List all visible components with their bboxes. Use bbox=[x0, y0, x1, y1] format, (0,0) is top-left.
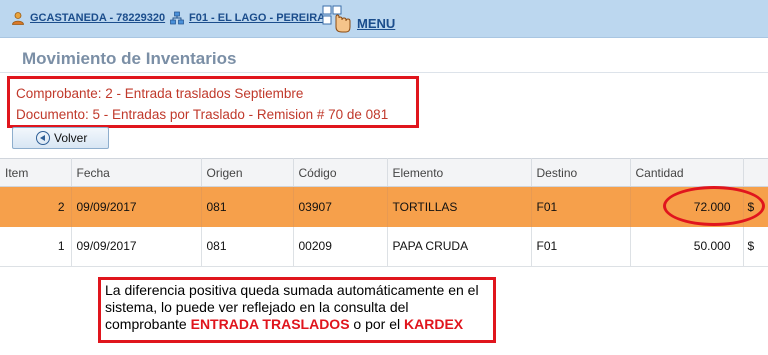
title-divider bbox=[0, 72, 768, 73]
annotation-note: La diferencia positiva queda sumada auto… bbox=[98, 277, 496, 343]
table-header-row: Item Fecha Origen Código Elemento Destin… bbox=[0, 158, 768, 187]
cell-item: 1 bbox=[0, 226, 72, 267]
table-row[interactable]: 1 09/09/2017 081 00209 PAPA CRUDA F01 50… bbox=[0, 226, 768, 267]
column-header-cantidad[interactable]: Cantidad bbox=[630, 158, 744, 187]
cell-cantidad: 50.000 bbox=[630, 226, 744, 267]
highlight-ellipse bbox=[663, 186, 765, 226]
cell-elemento: TORTILLAS bbox=[387, 186, 532, 227]
cell-destino: F01 bbox=[531, 226, 631, 267]
table-row[interactable]: 2 09/09/2017 081 03907 TORTILLAS F01 72.… bbox=[0, 186, 768, 227]
documento-text: Documento: 5 - Entradas por Traslado - R… bbox=[16, 107, 389, 122]
column-header-item[interactable]: Item bbox=[0, 158, 72, 187]
cell-item: 2 bbox=[0, 186, 72, 227]
cell-codigo: 03907 bbox=[293, 186, 388, 227]
cell-origen: 081 bbox=[201, 226, 294, 267]
note-highlight-kardex: KARDEX bbox=[404, 316, 464, 332]
inventory-table: Item Fecha Origen Código Elemento Destin… bbox=[0, 158, 768, 267]
column-header-codigo[interactable]: Código bbox=[293, 158, 388, 187]
column-header-destino[interactable]: Destino bbox=[531, 158, 631, 187]
user-label: GCASTANEDA - 78229320 bbox=[30, 12, 166, 24]
note-highlight-entrada-traslados: ENTRADA TRASLADOS bbox=[190, 316, 350, 332]
network-icon bbox=[170, 11, 184, 25]
back-button[interactable]: Volver bbox=[12, 127, 109, 149]
page-title: Movimiento de Inventarios bbox=[22, 49, 237, 68]
user-link[interactable]: GCASTANEDA - 78229320 bbox=[11, 11, 165, 25]
branch-label: F01 - EL LAGO - PEREIRA bbox=[189, 12, 326, 24]
cell-origen: 081 bbox=[201, 186, 294, 227]
back-button-label: Volver bbox=[54, 131, 88, 145]
column-header-currency bbox=[743, 158, 768, 187]
cell-elemento: PAPA CRUDA bbox=[387, 226, 532, 267]
note-text-2: o por el bbox=[349, 316, 405, 332]
comprobante-text: Comprobante: 2 - Entrada traslados Septi… bbox=[16, 86, 304, 101]
back-arrow-icon bbox=[36, 131, 50, 145]
cell-codigo: 00209 bbox=[293, 226, 388, 267]
menu-label: MENU bbox=[357, 15, 396, 31]
cell-currency: $ bbox=[743, 226, 768, 267]
top-bar: GCASTANEDA - 78229320 F01 - EL LAGO - PE… bbox=[0, 0, 768, 38]
user-icon bbox=[12, 12, 24, 25]
cell-destino: F01 bbox=[531, 186, 631, 227]
cell-fecha: 09/09/2017 bbox=[71, 186, 202, 227]
menu-hand-icon bbox=[322, 5, 351, 33]
column-header-fecha[interactable]: Fecha bbox=[71, 158, 202, 187]
menu-link[interactable]: MENU bbox=[322, 5, 395, 33]
column-header-origen[interactable]: Origen bbox=[201, 158, 294, 187]
cell-fecha: 09/09/2017 bbox=[71, 226, 202, 267]
document-info-box: Comprobante: 2 - Entrada traslados Septi… bbox=[7, 76, 419, 128]
column-header-elemento[interactable]: Elemento bbox=[387, 158, 532, 187]
branch-link[interactable]: F01 - EL LAGO - PEREIRA bbox=[170, 11, 325, 25]
